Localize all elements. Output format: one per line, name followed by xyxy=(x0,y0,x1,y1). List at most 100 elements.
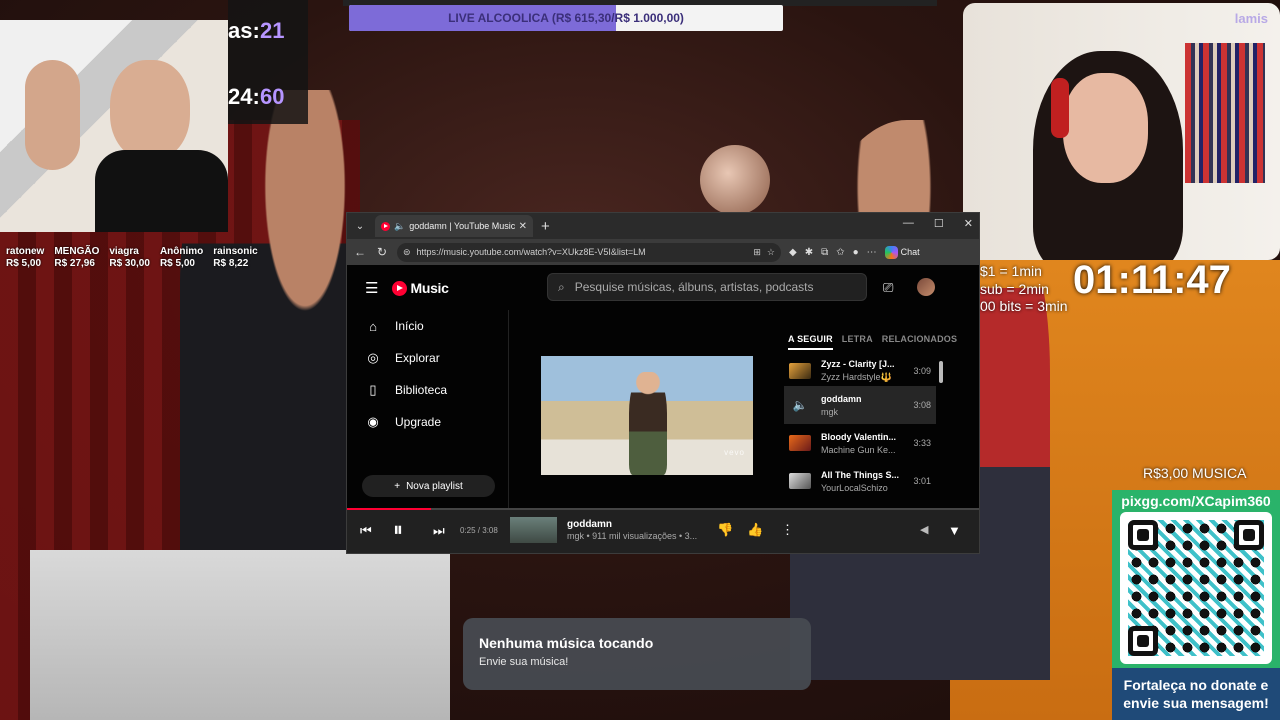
recent-donors: ratonew R$ 5,00 MENGÃO R$ 27,96 viagra R$ 30,… xyxy=(6,246,258,270)
queue-item[interactable]: Bloody Valentin... Machine Gun Ke... 3:3… xyxy=(784,424,936,462)
next-icon[interactable]: ⏭ xyxy=(433,523,445,539)
donor-entry: rainsonic R$ 8,22 xyxy=(213,246,257,270)
player-bar: ⏮ ⏸ ⏭ 0:25 / 3:08 goddamn mgk • 911 mil … xyxy=(347,508,979,553)
qr-finder xyxy=(1234,520,1264,550)
webcam-top-right: lamis xyxy=(963,3,1280,260)
tab-title: goddamn | YouTube Music xyxy=(409,221,515,231)
goal-text: LIVE ALCOOLICA (R$ 615,30/R$ 1.000,00) xyxy=(448,11,684,25)
previous-icon[interactable]: ⏮ xyxy=(360,523,372,539)
sidebar-item-inicio[interactable]: ⌂ Início xyxy=(347,310,508,342)
player-thumbnail[interactable] xyxy=(510,517,557,543)
sidebar-item-upgrade[interactable]: ◉ Upgrade xyxy=(347,406,508,438)
close-tab-icon[interactable]: ✕ xyxy=(519,221,527,232)
donor-entry: MENGÃO R$ 27,96 xyxy=(54,246,99,270)
queue-artist: Machine Gun Ke... xyxy=(821,444,896,455)
volume-icon[interactable]: ◀ xyxy=(920,523,928,536)
more-icon[interactable]: ⋯ xyxy=(867,247,877,258)
plus-icon: + xyxy=(394,480,401,492)
tab-letra[interactable]: LETRA xyxy=(842,334,873,350)
donor-name: rainsonic xyxy=(213,246,258,257)
like-icon[interactable]: 👍 xyxy=(747,522,763,538)
progress-bar[interactable] xyxy=(347,508,979,510)
rate-line: 00 bits = 3min xyxy=(980,298,1068,314)
apps-icon[interactable]: ⊞ xyxy=(753,247,761,258)
video-player[interactable]: vevo xyxy=(541,356,753,475)
sidebar-item-biblioteca[interactable]: ▯ Biblioteca xyxy=(347,374,508,406)
url-field[interactable]: ⊜ https://music.youtube.com/watch?v=XUkz… xyxy=(397,242,781,262)
more-options-icon[interactable]: ⋮ xyxy=(781,522,794,538)
window-controls: — ☐ ✕ xyxy=(903,217,973,230)
donor-name: viagra xyxy=(109,246,139,257)
ytm-logo-text: Music xyxy=(410,280,449,296)
qr-footer-line: Fortaleça no donate e xyxy=(1123,677,1269,693)
subathon-rates: $1 = 1min sub = 2min 00 bits = 3min xyxy=(980,263,1068,316)
cast-icon[interactable]: ⎚ xyxy=(883,280,893,296)
rate-line: $1 = 1min xyxy=(980,263,1042,279)
donor-amount: R$ 5,00 xyxy=(159,258,195,269)
queue-scrollbar[interactable] xyxy=(939,361,943,383)
donation-goal-bar: LIVE ALCOOLICA (R$ 615,30/R$ 1.000,00) xyxy=(349,5,783,31)
dislike-icon[interactable]: 👎 xyxy=(717,522,733,538)
copilot-icon xyxy=(884,245,898,259)
extension-icon[interactable]: ◆ xyxy=(789,247,797,258)
queue-duration: 3:33 xyxy=(913,438,931,448)
ytm-sidebar: ⌂ Início ◎ Explorar ▯ Biblioteca ◉ Upgra… xyxy=(347,310,509,508)
back-icon[interactable]: ← xyxy=(353,245,367,259)
player-meta: mgk • 911 mil visualizações • 3... xyxy=(567,531,698,541)
avatar[interactable] xyxy=(917,278,935,296)
queue-item[interactable]: All The Things S... YourLocalSchizo 3:01 xyxy=(784,462,936,500)
globe-lamp xyxy=(700,145,770,215)
queue-item[interactable]: Zyzz - Clarity [J... Zyzz Hardstyle🔱 3:0… xyxy=(784,355,936,386)
queue-item-playing[interactable]: 🔈 goddamn mgk 3:08 xyxy=(784,386,936,424)
playback-time: 0:25 / 3:08 xyxy=(460,526,498,535)
search-icon: ⌕ xyxy=(558,279,565,294)
youtube-music-favicon-icon xyxy=(381,221,390,231)
donor-entry: ratonew R$ 5,00 xyxy=(6,246,44,270)
new-playlist-button[interactable]: + Nova playlist xyxy=(362,475,495,497)
counter-label-1: as: xyxy=(228,18,260,43)
ytm-header: ☰ Music ⌕ Pesquise músicas, álbuns, arti… xyxy=(347,266,979,310)
donor-amount: R$ 27,96 xyxy=(54,258,95,269)
profile-icon[interactable]: ● xyxy=(853,247,859,258)
favorites-icon[interactable]: ✩ xyxy=(836,247,844,258)
sidebar-item-explorar[interactable]: ◎ Explorar xyxy=(347,342,508,374)
donor-name: Anônimo xyxy=(159,246,204,257)
donor-entry: Anônimo R$ 5,00 xyxy=(160,246,203,270)
speaker-icon[interactable]: 🔈 xyxy=(394,221,405,232)
player-title[interactable]: goddamn xyxy=(567,519,612,530)
tab-list-dropdown[interactable]: ⌄ xyxy=(349,215,371,237)
expand-player-icon[interactable]: ▼ xyxy=(948,523,961,538)
new-tab-button[interactable]: + xyxy=(541,218,550,235)
grey-box xyxy=(30,550,450,720)
close-window-icon[interactable]: ✕ xyxy=(964,217,973,230)
menu-icon[interactable]: ☰ xyxy=(365,279,378,297)
search-input[interactable]: ⌕ Pesquise músicas, álbuns, artistas, po… xyxy=(547,273,867,301)
favorite-star-icon[interactable]: ☆ xyxy=(767,247,775,258)
pause-icon[interactable]: ⏸ xyxy=(393,519,403,542)
site-info-icon[interactable]: ⊜ xyxy=(403,247,411,258)
tab-a-seguir[interactable]: A SEGUIR xyxy=(788,334,833,350)
donor-entry: viagra R$ 30,00 xyxy=(109,246,150,270)
tab-youtube-music[interactable]: 🔈 goddamn | YouTube Music ✕ xyxy=(375,215,533,237)
tab-bar: ⌄ 🔈 goddamn | YouTube Music ✕ + — ☐ ✕ xyxy=(347,213,979,239)
ytm-logo-icon xyxy=(392,280,408,296)
copilot-chat-button[interactable]: Chat xyxy=(884,245,920,259)
bookshelf xyxy=(1185,43,1265,183)
sidebar-item-label: Biblioteca xyxy=(395,383,448,397)
pix-key: pixgg.com/XCapim360 xyxy=(1121,493,1271,509)
maximize-icon[interactable]: ☐ xyxy=(934,217,944,230)
queue-title: goddamn xyxy=(821,393,862,404)
reload-icon[interactable]: ↻ xyxy=(375,245,389,259)
now-playing-subtitle: Envie sua música! xyxy=(479,656,569,668)
queue-duration: 3:01 xyxy=(913,476,931,486)
rate-line: sub = 2min xyxy=(980,280,1049,297)
ytm-logo[interactable]: Music xyxy=(392,280,449,296)
counter-value-1: 21 xyxy=(260,18,285,43)
puzzle-icon[interactable]: ✱ xyxy=(805,247,813,258)
split-screen-icon[interactable]: ⧉ xyxy=(821,247,828,258)
qr-footer: Fortaleça no donate e envie sua mensagem… xyxy=(1112,668,1280,720)
minimize-icon[interactable]: — xyxy=(903,217,914,230)
queue-duration: 3:09 xyxy=(913,365,931,376)
tab-relacionados[interactable]: RELACIONADOS xyxy=(882,334,957,350)
raised-hand xyxy=(25,60,80,170)
